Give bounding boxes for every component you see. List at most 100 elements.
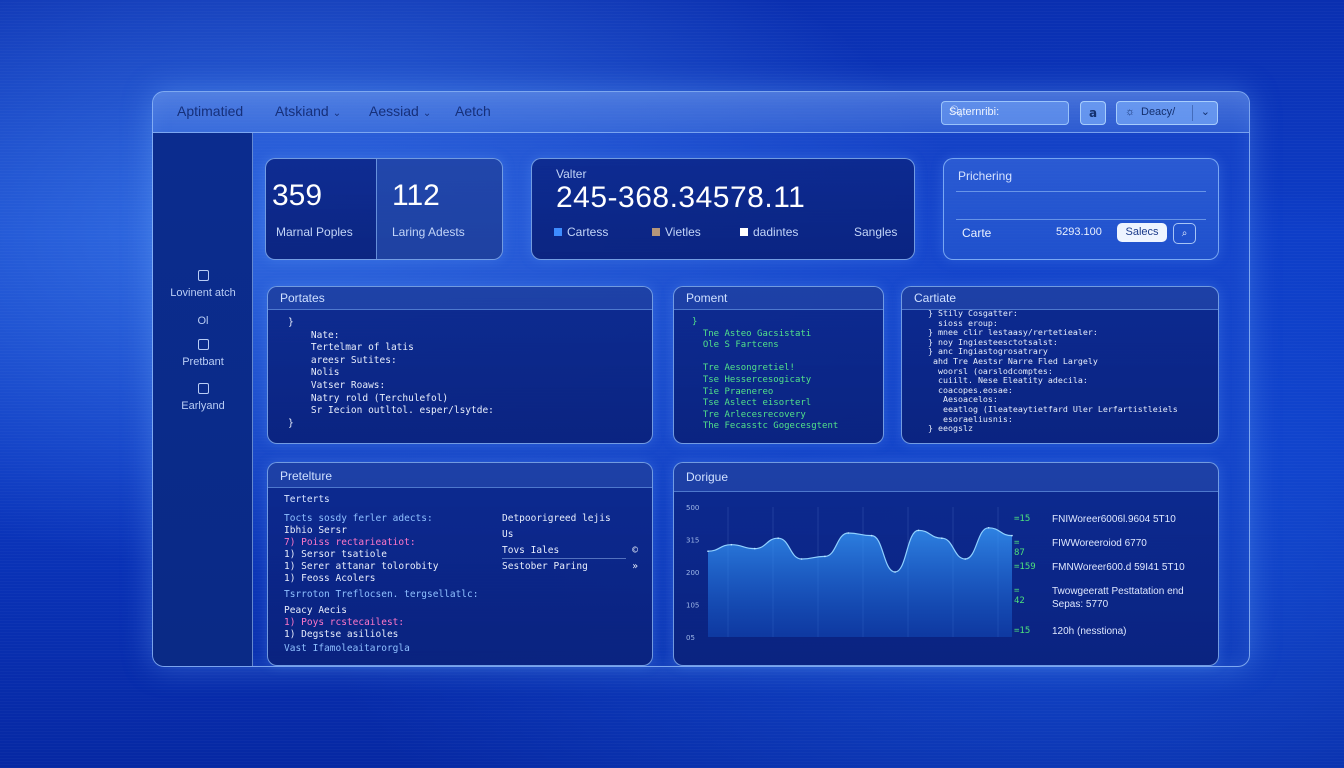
sidebar: Lovinent atch Ol Pretbant Earlyand [153,133,253,666]
panel-header [268,287,652,310]
y-tick-label: 500 [686,504,699,512]
data-point [894,571,896,573]
area-fill [708,527,1012,637]
poment-panel: Poment } Tne Asteo Gacsistati Ole S Fart… [673,286,884,444]
code-line: } [288,417,294,429]
legend-label: FIWWoreeroiod 6770 [1052,538,1147,549]
cartiate-panel: Cartiate } Stily Cosgatter: sioss eroup:… [901,286,1219,444]
nav-label: Aessiad [369,103,419,119]
salecs-button[interactable]: Salecs [1117,223,1167,242]
list-item-label: Us [502,529,514,540]
list-item-label: Sestober Paring [502,561,588,572]
prichering-row-value: 5293.100 [1056,226,1102,238]
code-line: } eeogslz [918,423,973,434]
code-line: Ole S Fartcens [692,340,779,351]
legend-cartess: Cartess [554,225,608,239]
lightbulb-icon: ☼ [1125,106,1136,118]
dropdown-divider [1192,105,1193,121]
nav-item-0[interactable]: Aptimatied [177,103,243,119]
legend-code: =159 [1014,562,1036,572]
prichering-panel: Prichering Carte 5293.100 Salecs ⌕ [943,158,1219,260]
list-item: 1) Serer attanar tolorobity [284,561,439,572]
pretelture-panel: Pretelture Terterts Tocts sosdy ferler a… [267,462,653,666]
list-item: 1) Feoss Acolers [284,573,376,584]
code-line: Tse Hessercesogicaty [692,374,812,385]
data-point [964,558,967,560]
top-navbar: Aptimatied Atskiand ⌄ Aessiad ⌄ Aetch Sate… [153,92,1249,133]
divider [956,219,1206,220]
user-button[interactable]: a [1080,101,1106,125]
data-point [753,547,756,550]
list-item-value: » [632,561,638,572]
profile-dropdown[interactable]: ☼ Deacy/ ⌄ [1116,101,1218,125]
legend-swatch [652,228,660,236]
code-line: Nolis [288,367,340,379]
legend-label: Cartess [567,225,609,239]
list-item: Tocts sosdy ferler adects: [284,513,433,524]
list-item: 1) Poys rcstecailest: [284,617,405,628]
legend-swatch [554,228,562,236]
legend-code: = 87 [1014,538,1025,558]
dropdown-label: Deacy/ [1141,106,1176,118]
chevron-down-icon: ⌄ [422,108,432,119]
data-point [917,529,920,532]
dorigue-title: Dorigue [686,470,729,484]
sidebar-item-earlyand[interactable]: Earlyand [153,383,253,412]
code-line: Tre Arlecesrecovery [692,409,806,420]
dorigue-panel: Dorigue 500 315 200 105 05 =15 FNIWoreer6006l… [673,462,1219,666]
divider [502,558,626,559]
search-icon[interactable]: 🔍︎ [949,105,1061,118]
poment-code: } Tne Asteo Gacsistati Ole S Fartcens Tr… [692,317,838,433]
pretelture-list: Tocts sosdy ferler adects: Ibhio Sersr 7) … [284,513,504,663]
y-tick-label: 105 [686,602,699,610]
legend-code: = 42 [1014,586,1025,606]
list-item-label: Tovs Iales [502,545,560,556]
list-item: 1) Degstse asilioles [284,629,399,640]
nav-label: Atskiand [275,103,329,119]
data-point [870,534,873,537]
stats-panel: 359 Marnal Poples 112 Laring Adests [265,158,503,260]
legend-code: =15 [1014,626,1031,636]
user-button-label: a [1088,106,1098,120]
code-line: Vatser Roaws: [288,379,386,391]
code-line: The Fecasstc Gogecesgtent [692,421,839,432]
sidebar-item-label: Earlyand [181,400,225,412]
legend-code: =15 [1014,514,1031,524]
legend-label: Vietles [665,225,701,239]
stat-label-marnal: Marnal Poples [276,225,353,239]
sidebar-item-label: Pretbant [182,356,224,368]
sidebar-item-lovinent[interactable]: Lovinent atch [153,270,253,299]
prichering-row-label: Carte [962,226,992,240]
list-item: Vast Ifamoleaitarorgla [284,643,410,654]
code-line: Tertelmar of latis [288,342,414,354]
sidebar-item-document[interactable]: Ol [153,315,253,327]
code-line: Sr Iecion outltol. esper/lsytde: [288,405,494,417]
legend-vietles: Vietles [652,225,701,239]
valter-right-label: Sangles [854,225,898,239]
sidebar-item-pretbant[interactable]: Pretbant [153,339,253,368]
code-line: Tse Aslect eisorterl [692,398,812,409]
nav-item-1[interactable]: Atskiand ⌄ [275,103,341,119]
export-icon [197,270,209,281]
y-tick-label: 200 [686,569,699,577]
valter-title: Valter [556,167,587,181]
data-point [987,527,990,529]
data-point [800,558,803,560]
legend-label: FMNWoreer600.d 59I41 5T10 [1052,562,1185,573]
nav-item-3[interactable]: Aetch [455,103,491,119]
data-point [824,555,826,558]
chevron-down-icon: ⌄ [332,108,342,119]
code-line: } [288,317,294,328]
chevron-down-icon: ⌄ [1200,106,1210,118]
data-point [777,537,779,539]
poment-title: Poment [686,291,728,305]
search-icon[interactable]: ⌕ [1173,223,1196,244]
divider [956,191,1206,192]
search-input[interactable]: Saternribi: 🔍︎ [941,101,1069,125]
nav-item-2[interactable]: Aessiad ⌄ [369,103,431,119]
legend-label: Twowgeeratt Pesttatation end Sepas: 5770 [1052,586,1184,610]
code-line: Tre Aesongretiel! [692,363,795,374]
legend-label: 120h (nesstiona) [1052,626,1127,637]
list-item-value: © [632,545,638,556]
